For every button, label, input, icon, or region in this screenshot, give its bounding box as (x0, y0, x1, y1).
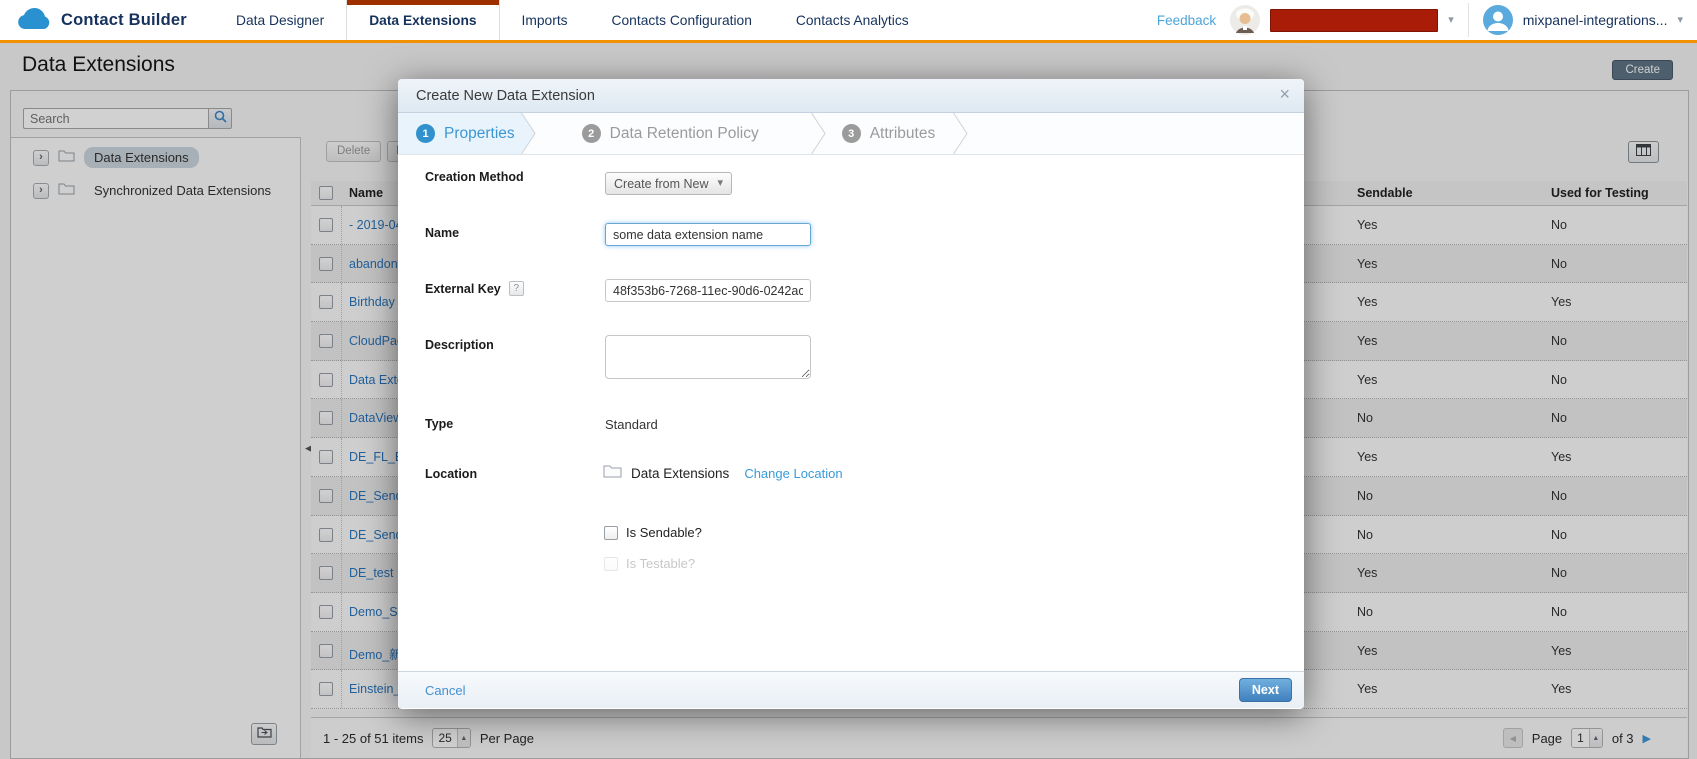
step-chevron-icon (811, 113, 826, 154)
location-value: Data Extensions (631, 466, 729, 481)
next-button[interactable]: Next (1239, 678, 1292, 702)
is-sendable-label: Is Sendable? (626, 525, 702, 540)
external-key-label: External Key ? (425, 281, 524, 296)
account-selector-redacted[interactable] (1270, 9, 1438, 32)
is-testable-row: Is Testable? (604, 556, 695, 571)
einstein-avatar[interactable] (1230, 5, 1260, 35)
type-value: Standard (605, 417, 658, 432)
step-attributes[interactable]: 3 Attributes (826, 113, 953, 154)
salesforce-cloud-logo-icon (16, 8, 52, 32)
step-number: 2 (582, 124, 601, 143)
external-key-label-text: External Key (425, 282, 501, 296)
nav-divider (1468, 3, 1469, 37)
app-title: Contact Builder (61, 11, 187, 30)
type-label: Type (425, 417, 453, 431)
chevron-down-icon[interactable]: ▾ (1448, 15, 1454, 26)
external-key-input[interactable] (605, 279, 811, 302)
step-label: Properties (444, 125, 515, 143)
nav-right-cluster: Feedback ▾ mixpanel-integrations... ▾ (1157, 0, 1697, 40)
feedback-link[interactable]: Feedback (1157, 13, 1216, 28)
nav-tab[interactable]: Imports (500, 0, 590, 40)
creation-method-value: Create from New (614, 177, 708, 191)
user-avatar-icon[interactable] (1483, 5, 1513, 35)
nav-tab[interactable]: Data Designer (214, 0, 346, 40)
step-data-retention-policy[interactable]: 2 Data Retention Policy (536, 113, 811, 154)
modal-body: Creation Method Create from New ▾ Name E… (398, 155, 1304, 671)
wizard-steps: 1 Properties 2 Data Retention Policy 3 A… (398, 113, 1304, 155)
chevron-down-icon[interactable]: ▾ (1677, 15, 1683, 26)
help-icon[interactable]: ? (509, 281, 524, 296)
description-label: Description (425, 338, 494, 352)
is-testable-label: Is Testable? (626, 556, 695, 571)
modal-title: Create New Data Extension (416, 88, 595, 104)
step-chevron-icon (953, 113, 968, 154)
modal-header: Create New Data Extension × (398, 79, 1304, 113)
description-textarea[interactable] (605, 335, 811, 379)
nav-tab[interactable]: Contacts Configuration (590, 0, 774, 40)
step-properties[interactable]: 1 Properties (398, 113, 521, 154)
step-label: Data Retention Policy (610, 125, 759, 143)
folder-icon (603, 464, 622, 483)
step-chevron-icon (521, 113, 536, 154)
nav-tab[interactable]: Data Extensions (346, 0, 499, 40)
is-sendable-checkbox[interactable] (604, 526, 618, 540)
location-label: Location (425, 467, 477, 481)
step-number: 1 (416, 124, 435, 143)
name-input[interactable] (605, 223, 811, 246)
change-location-link[interactable]: Change Location (744, 466, 842, 481)
close-icon[interactable]: × (1279, 85, 1290, 103)
nav-tabs: Data DesignerData ExtensionsImportsConta… (214, 0, 931, 40)
is-sendable-row: Is Sendable? (604, 525, 702, 540)
chevron-down-icon: ▾ (717, 178, 723, 189)
nav-tab[interactable]: Contacts Analytics (774, 0, 931, 40)
step-number: 3 (842, 124, 861, 143)
account-name: mixpanel-integrations... (1523, 12, 1668, 28)
page-content: Data Extensions Create › Data Extensions… (0, 43, 1697, 759)
cancel-link[interactable]: Cancel (425, 683, 465, 698)
create-data-extension-modal: Create New Data Extension × 1 Properties… (398, 79, 1304, 709)
modal-footer: Cancel Next (398, 671, 1304, 708)
is-testable-checkbox (604, 557, 618, 571)
app-brand[interactable]: Contact Builder (0, 0, 214, 40)
creation-method-dropdown[interactable]: Create from New ▾ (605, 172, 732, 195)
step-label: Attributes (870, 125, 935, 143)
top-nav: Contact Builder Data DesignerData Extens… (0, 0, 1697, 43)
name-label: Name (425, 226, 459, 240)
creation-method-label: Creation Method (425, 170, 524, 184)
location-row: Data Extensions Change Location (603, 464, 843, 483)
